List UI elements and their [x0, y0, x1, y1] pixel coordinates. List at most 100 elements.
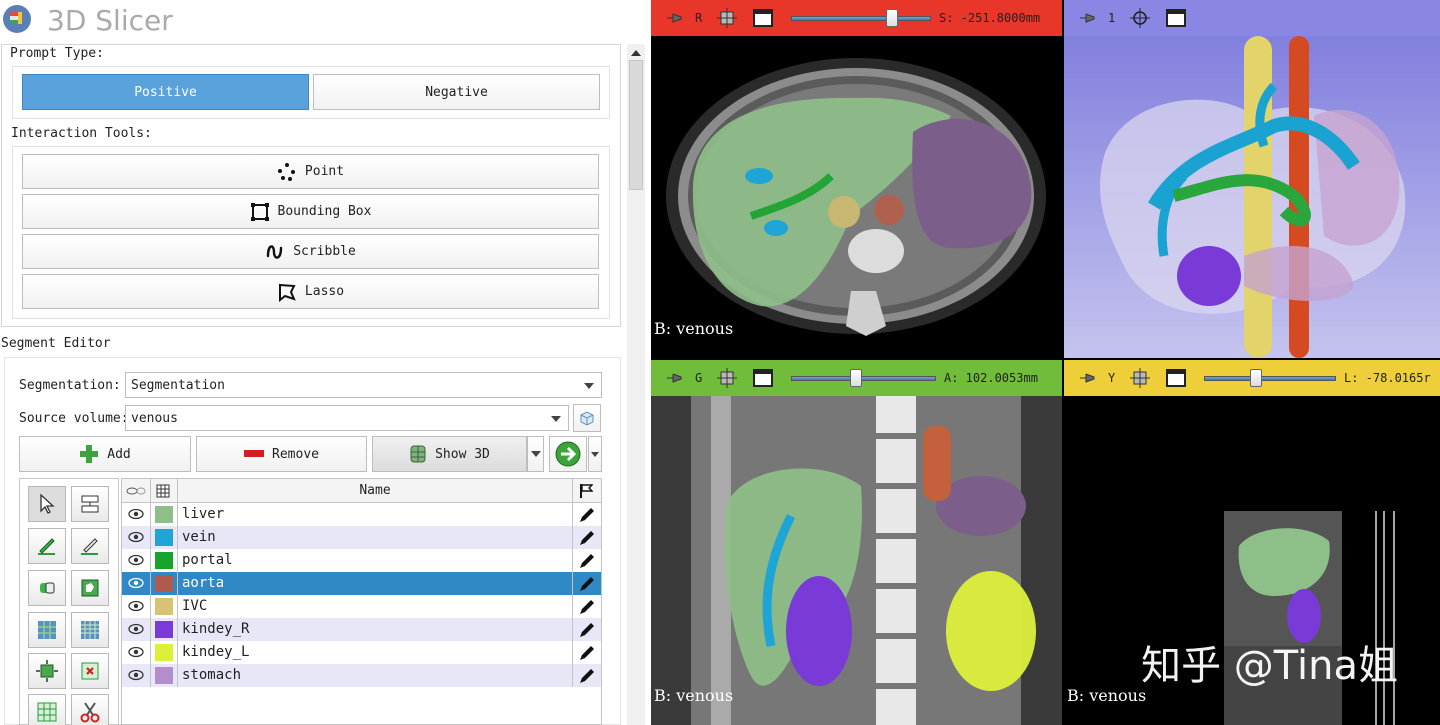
- eye-icon[interactable]: [128, 669, 144, 681]
- scissors-icon: [80, 702, 100, 723]
- maximize-view-icon[interactable]: [1166, 368, 1186, 388]
- threshold-icon: [81, 495, 99, 513]
- eye-icon[interactable]: [128, 531, 144, 543]
- column-separator: [150, 664, 151, 687]
- select-effect-button[interactable]: [28, 486, 66, 522]
- edit-pencil-icon[interactable]: [578, 644, 596, 662]
- slice-offset-slider[interactable]: [791, 8, 931, 28]
- edit-pencil-icon[interactable]: [578, 575, 596, 593]
- level-tracing-effect-button[interactable]: [71, 570, 109, 606]
- segment-color-swatch[interactable]: [155, 621, 173, 638]
- threed-view[interactable]: 1: [1064, 0, 1440, 358]
- segment-name[interactable]: portal: [182, 552, 233, 568]
- segment-color-swatch[interactable]: [155, 575, 173, 592]
- scissors-effect-button[interactable]: [71, 694, 109, 725]
- negative-button[interactable]: Negative: [313, 74, 600, 110]
- segment-row[interactable]: liver: [122, 503, 601, 526]
- chevron-down-icon: [551, 416, 561, 422]
- slice-link-icon[interactable]: [717, 8, 737, 28]
- segment-color-swatch[interactable]: [155, 644, 173, 661]
- segment-name[interactable]: aorta: [182, 575, 224, 591]
- add-segment-button[interactable]: Add: [19, 436, 191, 472]
- scroll-up-icon[interactable]: [631, 50, 641, 56]
- erase-effect-button[interactable]: [28, 570, 66, 606]
- center-view-icon[interactable]: [1130, 8, 1150, 28]
- segment-name[interactable]: kindey_R: [182, 621, 249, 637]
- eye-icon[interactable]: [128, 646, 144, 658]
- slider-handle[interactable]: [850, 369, 862, 387]
- eye-icon[interactable]: [128, 600, 144, 612]
- draw-effect-button[interactable]: [71, 528, 109, 564]
- segment-row[interactable]: IVC: [122, 595, 601, 618]
- remove-segment-button[interactable]: Remove: [196, 436, 367, 472]
- segment-color-swatch[interactable]: [155, 529, 173, 546]
- maximize-view-icon[interactable]: [1166, 8, 1186, 28]
- source-volume-select[interactable]: venous: [125, 405, 569, 431]
- margin-effect-button[interactable]: [28, 653, 66, 689]
- segment-name[interactable]: IVC: [182, 598, 207, 614]
- eye-icon[interactable]: [128, 554, 144, 566]
- pin-icon[interactable]: [667, 373, 683, 383]
- scrollbar-thumb[interactable]: [629, 60, 643, 190]
- positive-button[interactable]: Positive: [22, 74, 309, 110]
- slice-offset-value: L: -78.0165r: [1344, 371, 1431, 385]
- segment-name[interactable]: liver: [182, 506, 224, 522]
- maximize-view-icon[interactable]: [753, 368, 773, 388]
- pin-icon[interactable]: [1080, 373, 1096, 383]
- show-3d-button[interactable]: Show 3D: [372, 436, 527, 472]
- segment-name[interactable]: kindey_L: [182, 644, 249, 660]
- slice-link-icon[interactable]: [717, 368, 737, 388]
- paint-effect-button[interactable]: [28, 528, 66, 564]
- next-button[interactable]: [549, 436, 587, 472]
- eye-icon[interactable]: [128, 577, 144, 589]
- edit-pencil-icon[interactable]: [578, 552, 596, 570]
- threshold-effect-button[interactable]: [71, 486, 109, 522]
- slice-offset-slider[interactable]: [1204, 368, 1336, 388]
- lasso-button[interactable]: Lasso: [22, 274, 599, 309]
- scribble-button[interactable]: Scribble: [22, 234, 599, 269]
- segment-color-swatch[interactable]: [155, 506, 173, 523]
- left-panel-scrollbar[interactable]: [627, 44, 645, 725]
- fill-between-slices-button[interactable]: [71, 612, 109, 648]
- edit-pencil-icon[interactable]: [578, 506, 596, 524]
- slider-handle[interactable]: [1250, 369, 1262, 387]
- segment-color-swatch[interactable]: [155, 667, 173, 684]
- pin-icon[interactable]: [667, 13, 683, 23]
- eye-icon[interactable]: [128, 508, 144, 520]
- segment-row[interactable]: kindey_R: [122, 618, 601, 641]
- segment-row[interactable]: stomach: [122, 664, 601, 687]
- grow-from-seeds-button[interactable]: [28, 612, 66, 648]
- edit-pencil-icon[interactable]: [578, 529, 596, 547]
- name-column-header[interactable]: Name: [178, 483, 572, 498]
- view-letter: 1: [1108, 11, 1116, 25]
- segment-color-swatch[interactable]: [155, 552, 173, 569]
- edit-pencil-icon[interactable]: [578, 598, 596, 616]
- red-slice-view[interactable]: R S: -251.8000mm B: venous: [651, 0, 1062, 358]
- segment-color-swatch[interactable]: [155, 598, 173, 615]
- point-button[interactable]: Point: [22, 154, 599, 189]
- remove-label: Remove: [272, 446, 319, 462]
- pin-icon[interactable]: [1080, 13, 1096, 23]
- edit-pencil-icon[interactable]: [578, 667, 596, 685]
- next-dropdown[interactable]: [588, 436, 602, 472]
- yellow-slice-view[interactable]: Y L: -78.0165r B: venous 知乎 @Tina姐: [1064, 360, 1440, 725]
- segment-name[interactable]: vein: [182, 529, 216, 545]
- segment-name[interactable]: stomach: [182, 667, 241, 683]
- green-slice-view[interactable]: G A: 102.0053mm B: venous: [651, 360, 1062, 725]
- segment-row[interactable]: kindey_L: [122, 641, 601, 664]
- edit-pencil-icon[interactable]: [578, 621, 596, 639]
- islands-effect-button[interactable]: [71, 653, 109, 689]
- bounding-box-button[interactable]: Bounding Box: [22, 194, 599, 229]
- slice-offset-slider[interactable]: [791, 368, 936, 388]
- slice-link-icon[interactable]: [1130, 368, 1150, 388]
- maximize-view-icon[interactable]: [753, 8, 773, 28]
- volume-options-button[interactable]: [573, 404, 601, 432]
- segment-row[interactable]: vein: [122, 526, 601, 549]
- segment-row[interactable]: aorta: [122, 572, 601, 595]
- eye-icon[interactable]: [128, 623, 144, 635]
- segmentation-select[interactable]: Segmentation: [125, 372, 602, 398]
- segment-row[interactable]: portal: [122, 549, 601, 572]
- show-3d-dropdown[interactable]: [527, 436, 544, 472]
- logical-operators-button[interactable]: [28, 694, 66, 725]
- slider-handle[interactable]: [886, 9, 898, 27]
